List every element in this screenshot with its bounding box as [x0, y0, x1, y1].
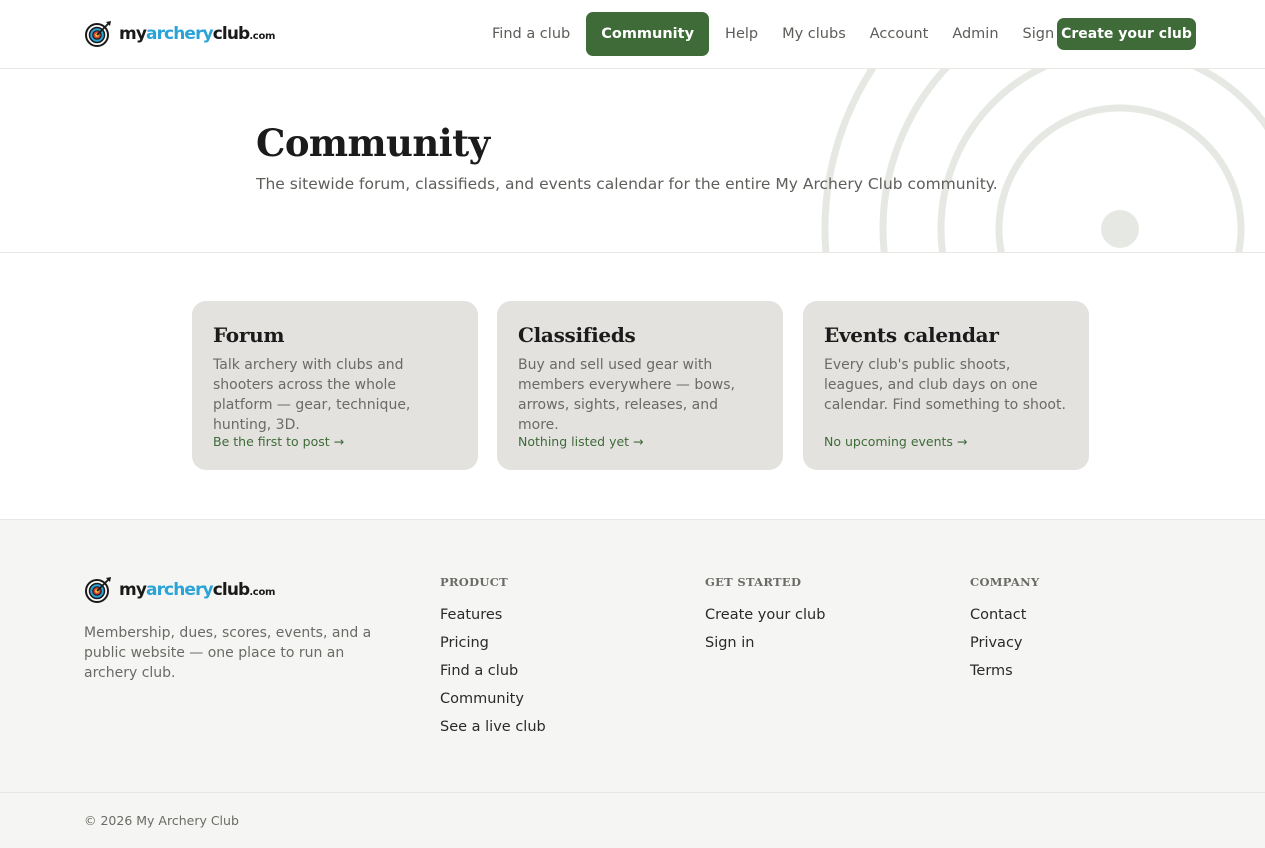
- footer-heading: GET STARTED: [705, 575, 802, 589]
- card-link-events[interactable]: No upcoming events →: [824, 434, 967, 449]
- footer-link-see-live-club[interactable]: See a live club: [440, 713, 546, 741]
- card-events-calendar[interactable]: Events calendar Every club's public shoo…: [803, 301, 1089, 470]
- site-logo[interactable]: myarcheryclub.com: [84, 20, 275, 48]
- footer-link-privacy[interactable]: Privacy: [970, 629, 1039, 657]
- create-club-button[interactable]: Create your club: [1057, 18, 1196, 50]
- footer-link-contact[interactable]: Contact: [970, 601, 1039, 629]
- footer-link-find-a-club[interactable]: Find a club: [440, 657, 546, 685]
- main-nav: Find a club Community Help My clubs Acco…: [480, 12, 1095, 56]
- nav-help[interactable]: Help: [713, 12, 770, 56]
- footer-heading: COMPANY: [970, 575, 1040, 589]
- footer-logo[interactable]: myarcheryclub.com: [84, 576, 275, 604]
- logo-wordmark: myarcheryclub.com: [119, 580, 276, 600]
- archery-target-icon: [85, 21, 111, 47]
- site-footer: myarcheryclub.com Membership, dues, scor…: [0, 519, 1265, 848]
- footer-link-pricing[interactable]: Pricing: [440, 629, 546, 657]
- footer-tagline: Membership, dues, scores, events, and a …: [84, 625, 372, 681]
- page-title: Community: [256, 121, 490, 165]
- footer-link-features[interactable]: Features: [440, 601, 546, 629]
- nav-community[interactable]: Community: [586, 12, 710, 56]
- hero-section: Community The sitewide forum, classified…: [0, 69, 1265, 253]
- footer-link-create-club[interactable]: Create your club: [705, 601, 825, 629]
- footer-column-company: COMPANY Contact Privacy Terms: [970, 575, 1039, 685]
- card-link-forum[interactable]: Be the first to post →: [213, 434, 344, 449]
- card-description: Talk archery with clubs and shooters acr…: [213, 357, 411, 433]
- footer-link-sign-in[interactable]: Sign in: [705, 629, 825, 657]
- nav-my-clubs[interactable]: My clubs: [770, 12, 858, 56]
- footer-bottom-bar: © 2026 My Archery Club: [0, 792, 1265, 848]
- card-title: Classifieds: [518, 323, 636, 347]
- footer-link-community[interactable]: Community: [440, 685, 546, 713]
- logo-wordmark: myarcheryclub.com: [119, 24, 276, 44]
- footer-link-terms[interactable]: Terms: [970, 657, 1039, 685]
- footer-column-get-started: GET STARTED Create your club Sign in: [705, 575, 825, 657]
- page-subtitle: The sitewide forum, classifieds, and eve…: [256, 175, 998, 193]
- site-header: myarcheryclub.com Find a club Community …: [0, 0, 1265, 69]
- card-forum[interactable]: Forum Talk archery with clubs and shoote…: [192, 301, 478, 470]
- nav-account[interactable]: Account: [858, 12, 941, 56]
- card-title: Forum: [213, 323, 285, 347]
- card-description: Every club's public shoots, leagues, and…: [824, 357, 1066, 413]
- card-classifieds[interactable]: Classifieds Buy and sell used gear with …: [497, 301, 783, 470]
- footer-column-product: PRODUCT Features Pricing Find a club Com…: [440, 575, 546, 741]
- nav-find-a-club[interactable]: Find a club: [480, 12, 582, 56]
- nav-admin[interactable]: Admin: [940, 12, 1010, 56]
- card-description: Buy and sell used gear with members ever…: [518, 357, 735, 433]
- decorative-target-rings: [821, 69, 1265, 252]
- community-cards: Forum Talk archery with clubs and shoote…: [192, 301, 1089, 470]
- card-title: Events calendar: [824, 323, 999, 347]
- archery-target-icon: [85, 577, 111, 603]
- card-link-classifieds[interactable]: Nothing listed yet →: [518, 434, 644, 449]
- footer-heading: PRODUCT: [440, 575, 509, 589]
- copyright: © 2026 My Archery Club: [84, 813, 239, 828]
